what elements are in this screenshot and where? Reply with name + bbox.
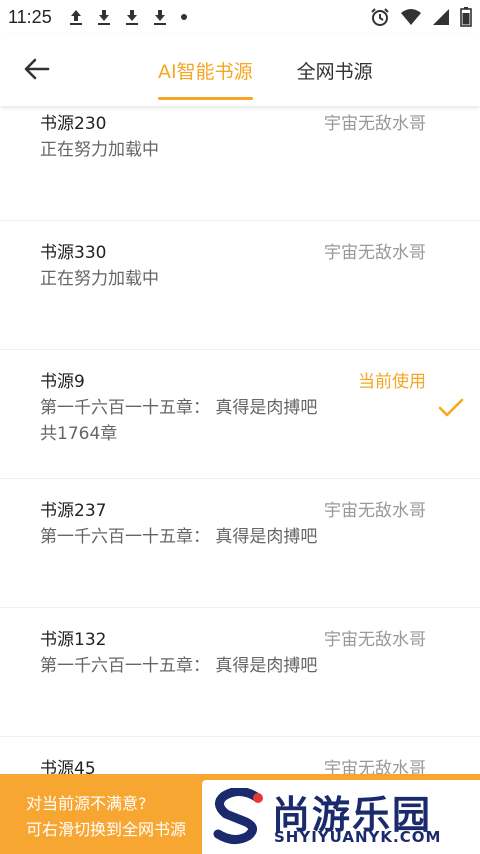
- back-button[interactable]: [20, 54, 54, 88]
- system-icons: [370, 7, 472, 27]
- status-bar: 11:25: [0, 0, 480, 34]
- logo-subtext: SHYIYUANYK.COM: [274, 828, 442, 846]
- download-icon: [152, 8, 168, 26]
- tab-active-indicator: [158, 97, 253, 100]
- source-author: 宇宙无敌水哥: [324, 630, 426, 650]
- current-source-badge: 当前使用: [358, 372, 426, 392]
- status-time: 11:25: [8, 6, 52, 27]
- source-tabs: AI智能书源 全网书源: [150, 34, 381, 106]
- tab-label: AI智能书源: [158, 60, 253, 83]
- upload-icon: [68, 8, 84, 26]
- source-name: 书源9: [40, 372, 85, 392]
- chapter-count: 共1764章: [40, 424, 118, 444]
- notification-icons: [68, 8, 188, 26]
- wifi-icon: [400, 8, 422, 26]
- dot-icon: [180, 13, 188, 21]
- source-list[interactable]: 书源230 宇宙无敌水哥 正在努力加载中 书源330 宇宙无敌水哥 正在努力加载…: [0, 106, 480, 854]
- battery-icon: [460, 7, 472, 27]
- checkmark-icon: [438, 398, 464, 422]
- latest-chapter: 第一千六百一十五章： 真得是肉搏吧: [40, 398, 318, 418]
- logo-mark-icon: [212, 787, 268, 850]
- top-bar: AI智能书源 全网书源: [0, 34, 480, 106]
- list-item[interactable]: 书源237 宇宙无敌水哥 第一千六百一十五章： 真得是肉搏吧: [0, 479, 480, 608]
- tab-ai-sources[interactable]: AI智能书源: [150, 34, 261, 106]
- source-name: 书源230: [40, 114, 107, 134]
- banner-message-line1: 对当前源不满意?: [26, 794, 147, 813]
- watermark-logo: 尚游乐园 SHYIYUANYK.COM: [202, 780, 480, 854]
- banner-message-line2: 可右滑切换到全网书源: [26, 820, 187, 839]
- signal-icon: [432, 8, 450, 26]
- list-item-current[interactable]: 书源9 当前使用 第一千六百一十五章： 真得是肉搏吧 共1764章: [0, 350, 480, 479]
- switch-source-banner[interactable]: 对当前源不满意? 可右滑切换到全网书源 尚游乐园 SHYIYUANYK.COM: [0, 774, 480, 854]
- source-name: 书源132: [40, 630, 107, 650]
- source-author: 宇宙无敌水哥: [324, 114, 426, 134]
- source-author: 宇宙无敌水哥: [324, 243, 426, 263]
- latest-chapter: 第一千六百一十五章： 真得是肉搏吧: [40, 656, 318, 676]
- source-status: 正在努力加载中: [40, 269, 159, 289]
- download-icon: [124, 8, 140, 26]
- source-author: 宇宙无敌水哥: [324, 501, 426, 521]
- source-name: 书源330: [40, 243, 107, 263]
- latest-chapter: 第一千六百一十五章： 真得是肉搏吧: [40, 527, 318, 547]
- source-status: 正在努力加载中: [40, 140, 159, 160]
- arrow-left-icon: [24, 58, 50, 84]
- tab-label: 全网书源: [296, 60, 373, 83]
- alarm-icon: [370, 7, 390, 27]
- source-name: 书源237: [40, 501, 107, 521]
- tab-all-sources[interactable]: 全网书源: [289, 34, 381, 106]
- list-item[interactable]: 书源230 宇宙无敌水哥 正在努力加载中: [0, 106, 480, 221]
- list-item[interactable]: 书源132 宇宙无敌水哥 第一千六百一十五章： 真得是肉搏吧: [0, 608, 480, 737]
- list-item[interactable]: 书源330 宇宙无敌水哥 正在努力加载中: [0, 221, 480, 350]
- download-icon: [96, 8, 112, 26]
